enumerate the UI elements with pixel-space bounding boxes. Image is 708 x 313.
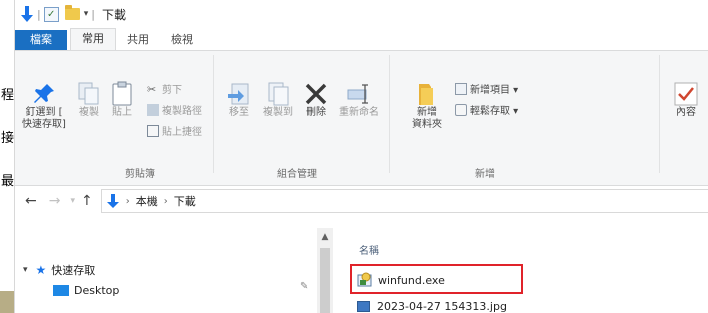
easy-access-button[interactable]: 輕鬆存取 ▾ xyxy=(455,102,518,117)
file-row[interactable]: 2023-04-27 154313.jpg xyxy=(357,300,507,313)
rename-icon xyxy=(347,84,368,104)
page-decoration-strip xyxy=(0,291,14,313)
group-divider xyxy=(213,55,214,173)
scroll-up-arrow-icon[interactable]: ▲ xyxy=(317,232,333,242)
easy-access-label: 輕鬆存取 ▾ xyxy=(470,106,519,117)
breadcrumb-this-pc[interactable]: 本機 xyxy=(136,193,158,209)
desktop-icon xyxy=(53,285,69,296)
copy-to-label: 複製到 xyxy=(263,107,293,118)
tab-file[interactable]: 檔案 xyxy=(15,30,67,50)
ribbon: 釘選到 [ 快速存取] 複製 貼上 ✂ 剪下 複製路徑 貼上捷徑 剪貼簿 移至 複… xyxy=(15,51,708,186)
paste-label: 貼上 xyxy=(112,107,132,118)
tab-view[interactable]: 檢視 xyxy=(160,30,204,50)
side-char-1: 程 xyxy=(1,88,15,103)
cut-button[interactable]: ✂ 剪下 xyxy=(147,81,182,97)
rename-label: 重新命名 xyxy=(339,107,379,118)
clipboard-group-label: 剪貼簿 xyxy=(125,169,155,180)
file-name: 2023-04-27 154313.jpg xyxy=(377,300,507,313)
pin-status-icon: ✎ xyxy=(300,281,309,292)
new-folder-button[interactable]: 新增 資料夾 xyxy=(409,81,445,131)
copy-path-label: 複製路徑 xyxy=(162,106,202,117)
new-item-button[interactable]: 新增項目 ▾ xyxy=(455,81,518,96)
quick-access-label: 快速存取 xyxy=(51,264,96,277)
properties-check-icon[interactable]: ✓ xyxy=(43,6,59,22)
new-folder-label: 新增 資料夾 xyxy=(412,107,442,130)
star-icon: ★ xyxy=(35,263,47,277)
up-arrow-icon[interactable]: ↑ xyxy=(81,193,93,209)
breadcrumb-separator-icon: › xyxy=(163,195,168,207)
pin-to-quick-access-button[interactable]: 釘選到 [ 快速存取] xyxy=(21,81,67,131)
paste-shortcut-icon xyxy=(147,124,159,137)
copy-path-button[interactable]: 複製路徑 xyxy=(147,102,202,117)
side-char-2: 接 xyxy=(1,131,15,146)
new-item-label: 新增項目 ▾ xyxy=(470,85,519,96)
tab-home[interactable]: 常用 xyxy=(70,28,116,50)
title-bar: | ✓ ▾ | 下載 xyxy=(15,0,708,28)
copy-to-button[interactable]: 複製到 xyxy=(260,81,296,119)
paste-shortcut-button[interactable]: 貼上捷徑 xyxy=(147,123,202,138)
scissors-icon: ✂ xyxy=(147,82,157,96)
highlight-box xyxy=(350,264,523,294)
ribbon-tabs: 檔案 常用 共用 檢視 xyxy=(15,28,708,51)
group-divider xyxy=(659,55,660,173)
scrollbar-thumb[interactable] xyxy=(320,248,330,313)
rename-button[interactable]: 重新命名 xyxy=(337,81,381,119)
tree-item-quick-access[interactable]: ▾ ★ 快速存取 xyxy=(23,262,95,278)
organize-group-label: 組合管理 xyxy=(277,169,317,180)
downloads-arrow-icon xyxy=(106,194,119,208)
image-file-icon xyxy=(357,301,370,312)
copy-label: 複製 xyxy=(79,107,99,118)
quick-access-separator: | xyxy=(37,7,41,21)
side-char-3: 最 xyxy=(1,174,15,189)
desktop-label: Desktop xyxy=(74,284,120,297)
copy-to-icon xyxy=(268,82,289,106)
back-arrow-icon[interactable]: ← xyxy=(25,193,37,209)
expand-chevron-icon[interactable]: ▾ xyxy=(23,265,28,275)
properties-label: 內容 xyxy=(676,107,696,118)
cut-label: 剪下 xyxy=(162,85,182,96)
window-title: 下載 xyxy=(101,7,126,22)
copy-button[interactable]: 複製 xyxy=(75,81,103,119)
quick-access-down-arrow-icon[interactable] xyxy=(20,5,34,23)
breadcrumb[interactable]: › 本機 › 下載 xyxy=(100,189,708,213)
move-to-icon xyxy=(228,83,249,105)
new-folder-icon[interactable] xyxy=(64,5,80,20)
customize-toolbar-icon[interactable]: ▾ xyxy=(84,9,89,19)
move-to-button[interactable]: 移至 xyxy=(223,81,255,119)
folder-icon xyxy=(419,84,433,105)
paste-shortcut-label: 貼上捷徑 xyxy=(162,127,202,138)
clipboard-icon xyxy=(112,81,132,106)
pin-label: 釘選到 [ 快速存取] xyxy=(22,107,66,130)
breadcrumb-separator-icon: › xyxy=(125,195,130,207)
new-group-label: 新增 xyxy=(475,169,495,180)
forward-arrow-icon[interactable]: → xyxy=(49,193,61,209)
navigation-pane: ▾ ★ 快速存取 Desktop xyxy=(15,228,325,313)
breadcrumb-downloads[interactable]: 下載 xyxy=(174,193,196,209)
properties-button[interactable]: 內容 xyxy=(671,81,701,119)
move-to-label: 移至 xyxy=(229,107,249,118)
delete-label: 刪除 xyxy=(306,107,326,118)
properties-check-icon xyxy=(674,82,698,106)
navigation-scrollbar[interactable]: ▲ xyxy=(317,228,333,313)
group-divider xyxy=(389,55,390,173)
paste-button[interactable]: 貼上 xyxy=(107,81,137,119)
tree-item-desktop[interactable]: Desktop xyxy=(53,284,119,297)
tab-share[interactable]: 共用 xyxy=(116,30,160,50)
recent-locations-chevron-icon[interactable]: ▾ xyxy=(70,196,75,206)
title-separator: | xyxy=(91,7,95,21)
copy-icon xyxy=(78,82,99,105)
copy-path-icon xyxy=(147,103,159,116)
delete-button[interactable]: 刪除 xyxy=(301,81,331,119)
new-item-icon xyxy=(455,82,467,95)
delete-x-icon xyxy=(305,83,327,105)
column-header-name[interactable]: 名稱 xyxy=(359,242,379,257)
easy-access-icon xyxy=(455,103,467,116)
pin-icon xyxy=(34,84,54,103)
address-bar-row: ← → ▾ ↑ › 本機 › 下載 xyxy=(15,189,708,213)
